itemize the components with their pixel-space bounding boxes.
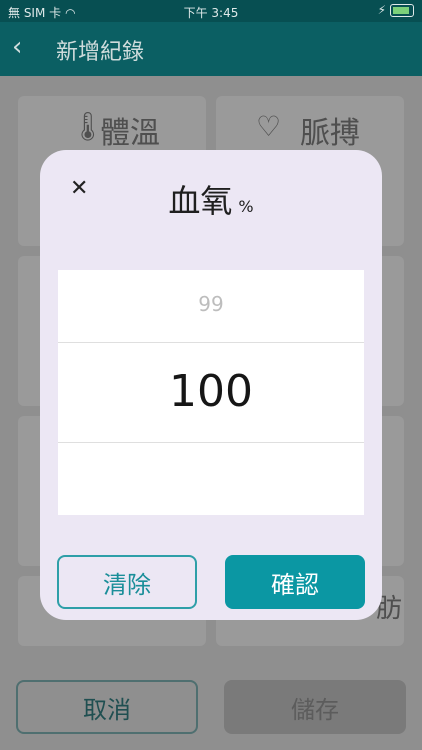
save-button[interactable]: 儲存 (224, 680, 406, 734)
value-picker[interactable]: 99 100 (58, 270, 364, 515)
clear-button[interactable]: 清除 (57, 555, 197, 609)
battery-icon (390, 4, 414, 17)
dialog-title: 血氧% (40, 176, 382, 222)
status-bar: 無 SIM 卡 ◠ 下午 3:45 ⚡ (0, 0, 422, 22)
picker-option-above[interactable]: 99 (58, 292, 364, 316)
cancel-button[interactable]: 取消 (16, 680, 198, 734)
spo2-picker-dialog: ✕ 血氧% 99 100 清除 確認 (40, 150, 382, 620)
tile-label: 體溫 (100, 116, 160, 151)
page-title: 新增紀錄 (56, 40, 145, 65)
clock: 下午 3:45 (183, 6, 239, 20)
tile-label: 脈搏 (300, 116, 360, 151)
dialog-unit: % (238, 197, 254, 216)
picker-divider (58, 442, 364, 443)
picker-selected-value[interactable]: 100 (58, 366, 364, 417)
nav-bar: ‹ 新增紀錄 (0, 22, 422, 76)
dialog-title-text: 血氧 (168, 182, 233, 220)
charging-icon: ⚡ (377, 3, 386, 17)
picker-divider (58, 342, 364, 343)
confirm-button[interactable]: 確認 (225, 555, 365, 609)
back-icon[interactable]: ‹ (12, 32, 22, 62)
